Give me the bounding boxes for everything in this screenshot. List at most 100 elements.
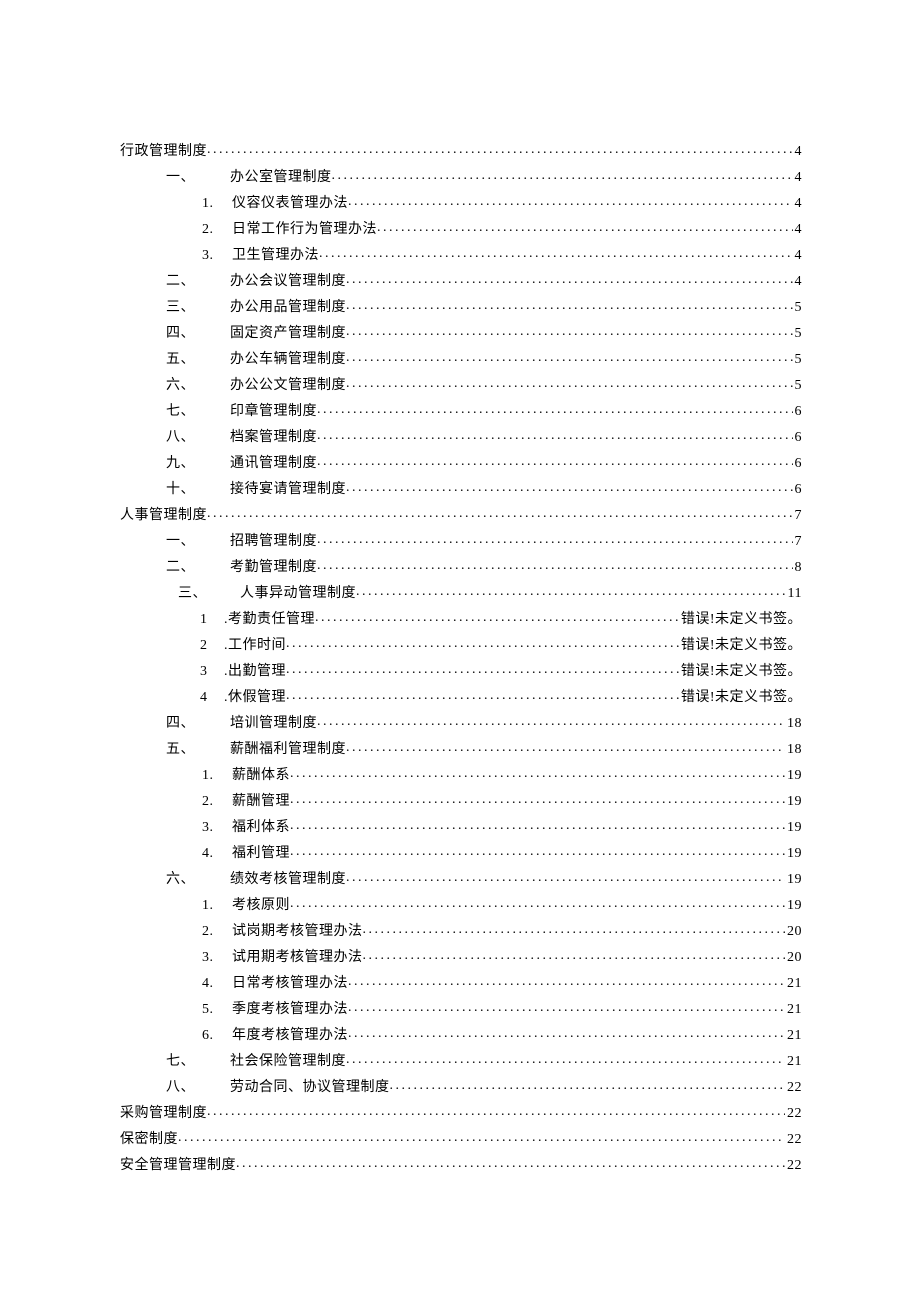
toc-entry[interactable]: 1.考勤责任管理错误!未定义书签。 [120, 608, 802, 634]
toc-entry[interactable]: 四、培训管理制度18 [120, 712, 802, 738]
toc-entry-text: 人事异动管理制度 [240, 582, 356, 602]
toc-entry[interactable]: 二、考勤管理制度8 [120, 556, 802, 582]
toc-entry-label: 三、 [166, 296, 230, 316]
toc-entry-text: 薪酬福利管理制度 [230, 738, 346, 758]
toc-entry[interactable]: 1.考核原则19 [120, 894, 802, 920]
toc-leader-dots [290, 844, 785, 860]
toc-entry[interactable]: 3.福利体系19 [120, 816, 802, 842]
toc-entry[interactable]: 2.试岗期考核管理办法20 [120, 920, 802, 946]
toc-entry[interactable]: 八、档案管理制度6 [120, 426, 802, 452]
toc-entry[interactable]: 保密制度22 [120, 1128, 802, 1154]
toc-entry-page: 21 [785, 1054, 802, 1070]
toc-leader-dots [319, 246, 793, 262]
toc-entry[interactable]: 三、办公用品管理制度 5 [120, 296, 802, 322]
toc-entry[interactable]: 4.休假管理错误!未定义书签。 [120, 686, 802, 712]
toc-entry[interactable]: 六、办公公文管理制度5 [120, 374, 802, 400]
toc-entry[interactable]: 七、社会保险管理制度 21 [120, 1050, 802, 1076]
toc-entry[interactable]: 2.日常工作行为管理办法4 [120, 218, 802, 244]
toc-entry-page: 8 [793, 560, 803, 576]
toc-entry-label: 九、 [166, 452, 230, 472]
toc-entry[interactable]: 八、劳动合同、协议管理制度22 [120, 1076, 802, 1102]
toc-entry-label: 四、 [166, 712, 230, 732]
toc-leader-dots [286, 688, 679, 704]
toc-entry-page: 18 [785, 716, 802, 732]
toc-entry-text: 办公用品管理制度 [230, 296, 346, 316]
toc-leader-dots [317, 454, 793, 470]
toc-entry-text: .工作时间 [224, 634, 286, 654]
toc-entry-text: 招聘管理制度 [230, 530, 317, 550]
toc-entry[interactable]: 4.福利管理19 [120, 842, 802, 868]
toc-entry-page: 4 [793, 274, 803, 290]
toc-entry-label: 二、 [166, 270, 230, 290]
toc-entry-text: 人事管理制度 [120, 504, 207, 524]
toc-entry[interactable]: 2.工作时间 错误!未定义书签。 [120, 634, 802, 660]
toc-entry[interactable]: 5.季度考核管理办法21 [120, 998, 802, 1024]
toc-entry[interactable]: 九、通讯管理制度6 [120, 452, 802, 478]
toc-entry[interactable]: 七、印章管理制度6 [120, 400, 802, 426]
toc-entry-text: .休假管理 [224, 686, 286, 706]
toc-leader-dots [346, 480, 793, 496]
toc-entry[interactable]: 1.薪酬体系19 [120, 764, 802, 790]
toc-entry[interactable]: 五、薪酬福利管理制度18 [120, 738, 802, 764]
toc-entry-page: 22 [785, 1158, 802, 1174]
toc-entry-text: 通讯管理制度 [230, 452, 317, 472]
toc-entry[interactable]: 六、绩效考核管理制度19 [120, 868, 802, 894]
toc-entry[interactable]: 4.日常考核管理办法21 [120, 972, 802, 998]
toc-entry[interactable]: 1.仪容仪表管理办法4 [120, 192, 802, 218]
toc-entry-page: 错误!未定义书签。 [679, 608, 802, 628]
toc-leader-dots [363, 948, 786, 964]
toc-entry[interactable]: 五、办公车辆管理制度5 [120, 348, 802, 374]
toc-entry-page: 19 [785, 898, 802, 914]
toc-leader-dots [346, 324, 793, 340]
toc-entry-page: 5 [793, 300, 803, 316]
toc-entry[interactable]: 人事管理制度7 [120, 504, 802, 530]
toc-entry-text: 社会保险管理制度 [230, 1050, 346, 1070]
toc-leader-dots [356, 584, 786, 600]
toc-entry-label: 八、 [166, 1076, 230, 1096]
toc-entry-text: 采购管理制度 [120, 1102, 207, 1122]
toc-leader-dots [286, 662, 679, 678]
toc-entry-text: 试岗期考核管理办法 [232, 920, 363, 940]
toc-entry-label: 十、 [166, 478, 230, 498]
toc-entry-label: 六、 [166, 868, 230, 888]
toc-leader-dots [317, 532, 793, 548]
toc-entry[interactable]: 采购管理制度 22 [120, 1102, 802, 1128]
toc-entry[interactable]: 二、办公会议管理制度4 [120, 270, 802, 296]
toc-entry-label: 3. [202, 950, 232, 966]
toc-entry-text: 卫生管理办法 [232, 244, 319, 264]
toc-entry-page: 22 [785, 1106, 802, 1122]
toc-entry-label: 四、 [166, 322, 230, 342]
toc-entry[interactable]: 一、办公室管理制度4 [120, 166, 802, 192]
toc-entry[interactable]: 三、人事异动管理制度11 [120, 582, 802, 608]
toc-entry-label: 5. [202, 1002, 232, 1018]
toc-entry-label: 2. [202, 794, 232, 810]
toc-leader-dots [207, 506, 793, 522]
toc-entry[interactable]: 3.试用期考核管理办法20 [120, 946, 802, 972]
toc-entry[interactable]: 6.年度考核管理办法21 [120, 1024, 802, 1050]
toc-leader-dots [178, 1130, 785, 1146]
toc-entry[interactable]: 3.出勤管理错误!未定义书签。 [120, 660, 802, 686]
toc-entry[interactable]: 行政管理制度4 [120, 140, 802, 166]
toc-entry[interactable]: 四、固定资产管理制度5 [120, 322, 802, 348]
toc-entry-page: 21 [785, 976, 802, 992]
toc-entry-label: 一、 [166, 530, 230, 550]
toc-entry[interactable]: 安全管理管理制度22 [120, 1154, 802, 1180]
toc-entry[interactable]: 2.薪酬管理19 [120, 790, 802, 816]
toc-entry-label: 2 [200, 638, 224, 654]
toc-entry-label: 4. [202, 846, 232, 862]
toc-entry-label: 七、 [166, 1050, 230, 1070]
toc-leader-dots [348, 1000, 785, 1016]
toc-entry-page: 22 [785, 1080, 802, 1096]
toc-leader-dots [290, 896, 785, 912]
toc-entry-page: 11 [786, 586, 802, 602]
toc-entry[interactable]: 十、接待宴请管理制度6 [120, 478, 802, 504]
toc-entry-text: 试用期考核管理办法 [232, 946, 363, 966]
toc-entry-page: 错误!未定义书签。 [679, 634, 802, 654]
toc-entry-text: 绩效考核管理制度 [230, 868, 346, 888]
toc-entry[interactable]: 一、招聘管理制度7 [120, 530, 802, 556]
toc-entry-page: 5 [793, 352, 803, 368]
toc-entry-label: 2. [202, 222, 232, 238]
toc-entry[interactable]: 3.卫生管理办法4 [120, 244, 802, 270]
toc-entry-text: 行政管理制度 [120, 140, 207, 160]
toc-entry-text: .出勤管理 [224, 660, 286, 680]
